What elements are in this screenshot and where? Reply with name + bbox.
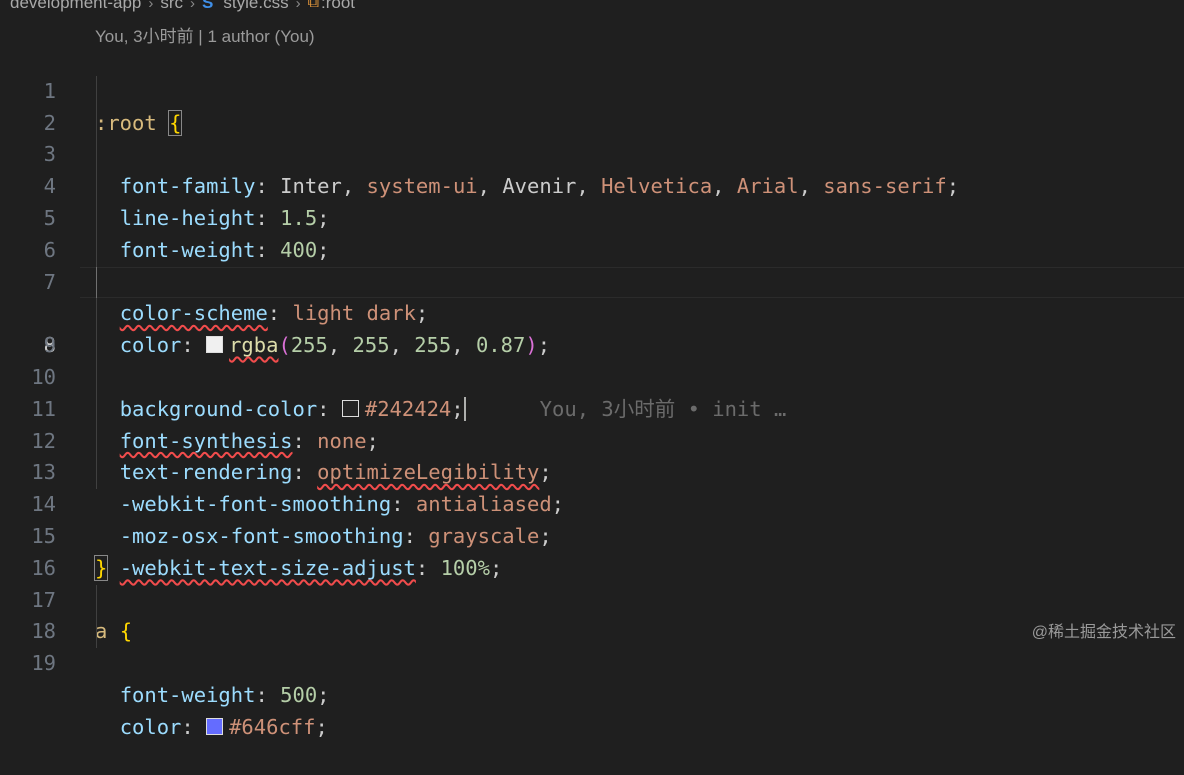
indent-guide xyxy=(96,393,97,426)
code-line: 17 a { xyxy=(0,553,1184,644)
line-number: 19 xyxy=(31,651,56,676)
css-file-icon: S xyxy=(202,0,214,12)
indent-guide xyxy=(96,425,97,458)
watermark: @稀土掘金技术社区 xyxy=(1031,624,1176,641)
code-line: 4 font-weight: 400; xyxy=(0,139,1184,262)
code-line: 7 color: rgba(255, 255, 255, 0.87); xyxy=(0,234,1184,357)
code-line: 10 font-synthesis: none; xyxy=(0,330,1184,453)
code-line: 19 color: #646cff; xyxy=(0,616,1184,739)
code-line: 11 text-rendering: optimizeLegibility; xyxy=(0,361,1184,484)
indent-guide xyxy=(96,361,97,394)
breadcrumb-item-file[interactable]: style.css xyxy=(223,0,288,13)
code-line: 16 xyxy=(0,521,1184,580)
indent-guide xyxy=(96,107,97,140)
code-line: 9 xyxy=(0,298,1184,357)
css-property: font-weight xyxy=(119,682,256,707)
code-line-active: 8 background-color: #242424; You, 3小时前 •… xyxy=(0,266,1184,421)
indent-guide xyxy=(96,457,97,490)
indent-guide xyxy=(96,266,97,299)
indent-guide xyxy=(96,234,97,267)
code-line: 3 line-height: 1.5; xyxy=(0,107,1184,230)
css-property: color xyxy=(119,714,182,739)
breadcrumb: development-app › src › S style.css › ⧉ … xyxy=(10,0,355,14)
code-line: 2 font-family: Inter, system-ui, Avenir,… xyxy=(0,75,1184,198)
code-line: 12 -webkit-font-smoothing: antialiased; xyxy=(0,393,1184,516)
code-line: 1 :root { xyxy=(0,44,1184,136)
indent-guide xyxy=(96,202,97,235)
code-line: 18 font-weight: 500; xyxy=(0,584,1184,707)
code-line: 14 -webkit-text-size-adjust: 100%; xyxy=(0,457,1184,580)
code-editor[interactable]: 1 :root { 2 font-family: Inter, system-u… xyxy=(0,44,1184,739)
code-line: 15 } xyxy=(0,489,1184,581)
chevron-right-icon: › xyxy=(190,0,196,12)
breadcrumb-item-symbol[interactable]: :root xyxy=(321,0,355,13)
color-swatch-icon[interactable] xyxy=(206,717,224,735)
css-selector-icon: ⧉ xyxy=(307,0,320,11)
indent-guide xyxy=(96,616,97,649)
css-value: #646cff xyxy=(229,714,316,739)
css-value: 500 xyxy=(280,682,318,707)
breadcrumb-item-src[interactable]: src xyxy=(160,0,183,13)
indent-guide xyxy=(96,171,97,203)
chevron-right-icon: › xyxy=(295,0,301,12)
indent-guide xyxy=(96,330,97,362)
code-line: 13 -moz-osx-font-smoothing: grayscale; xyxy=(0,425,1184,548)
code-line: 5 xyxy=(0,171,1184,230)
indent-guide xyxy=(96,298,97,331)
indent-guide xyxy=(96,584,97,617)
code-line: 6 color-scheme: light dark; xyxy=(0,202,1184,325)
indent-guide xyxy=(96,139,97,172)
breadcrumb-item-folder[interactable]: development-app xyxy=(10,0,141,13)
indent-guide xyxy=(96,75,97,108)
chevron-right-icon: › xyxy=(148,0,154,12)
